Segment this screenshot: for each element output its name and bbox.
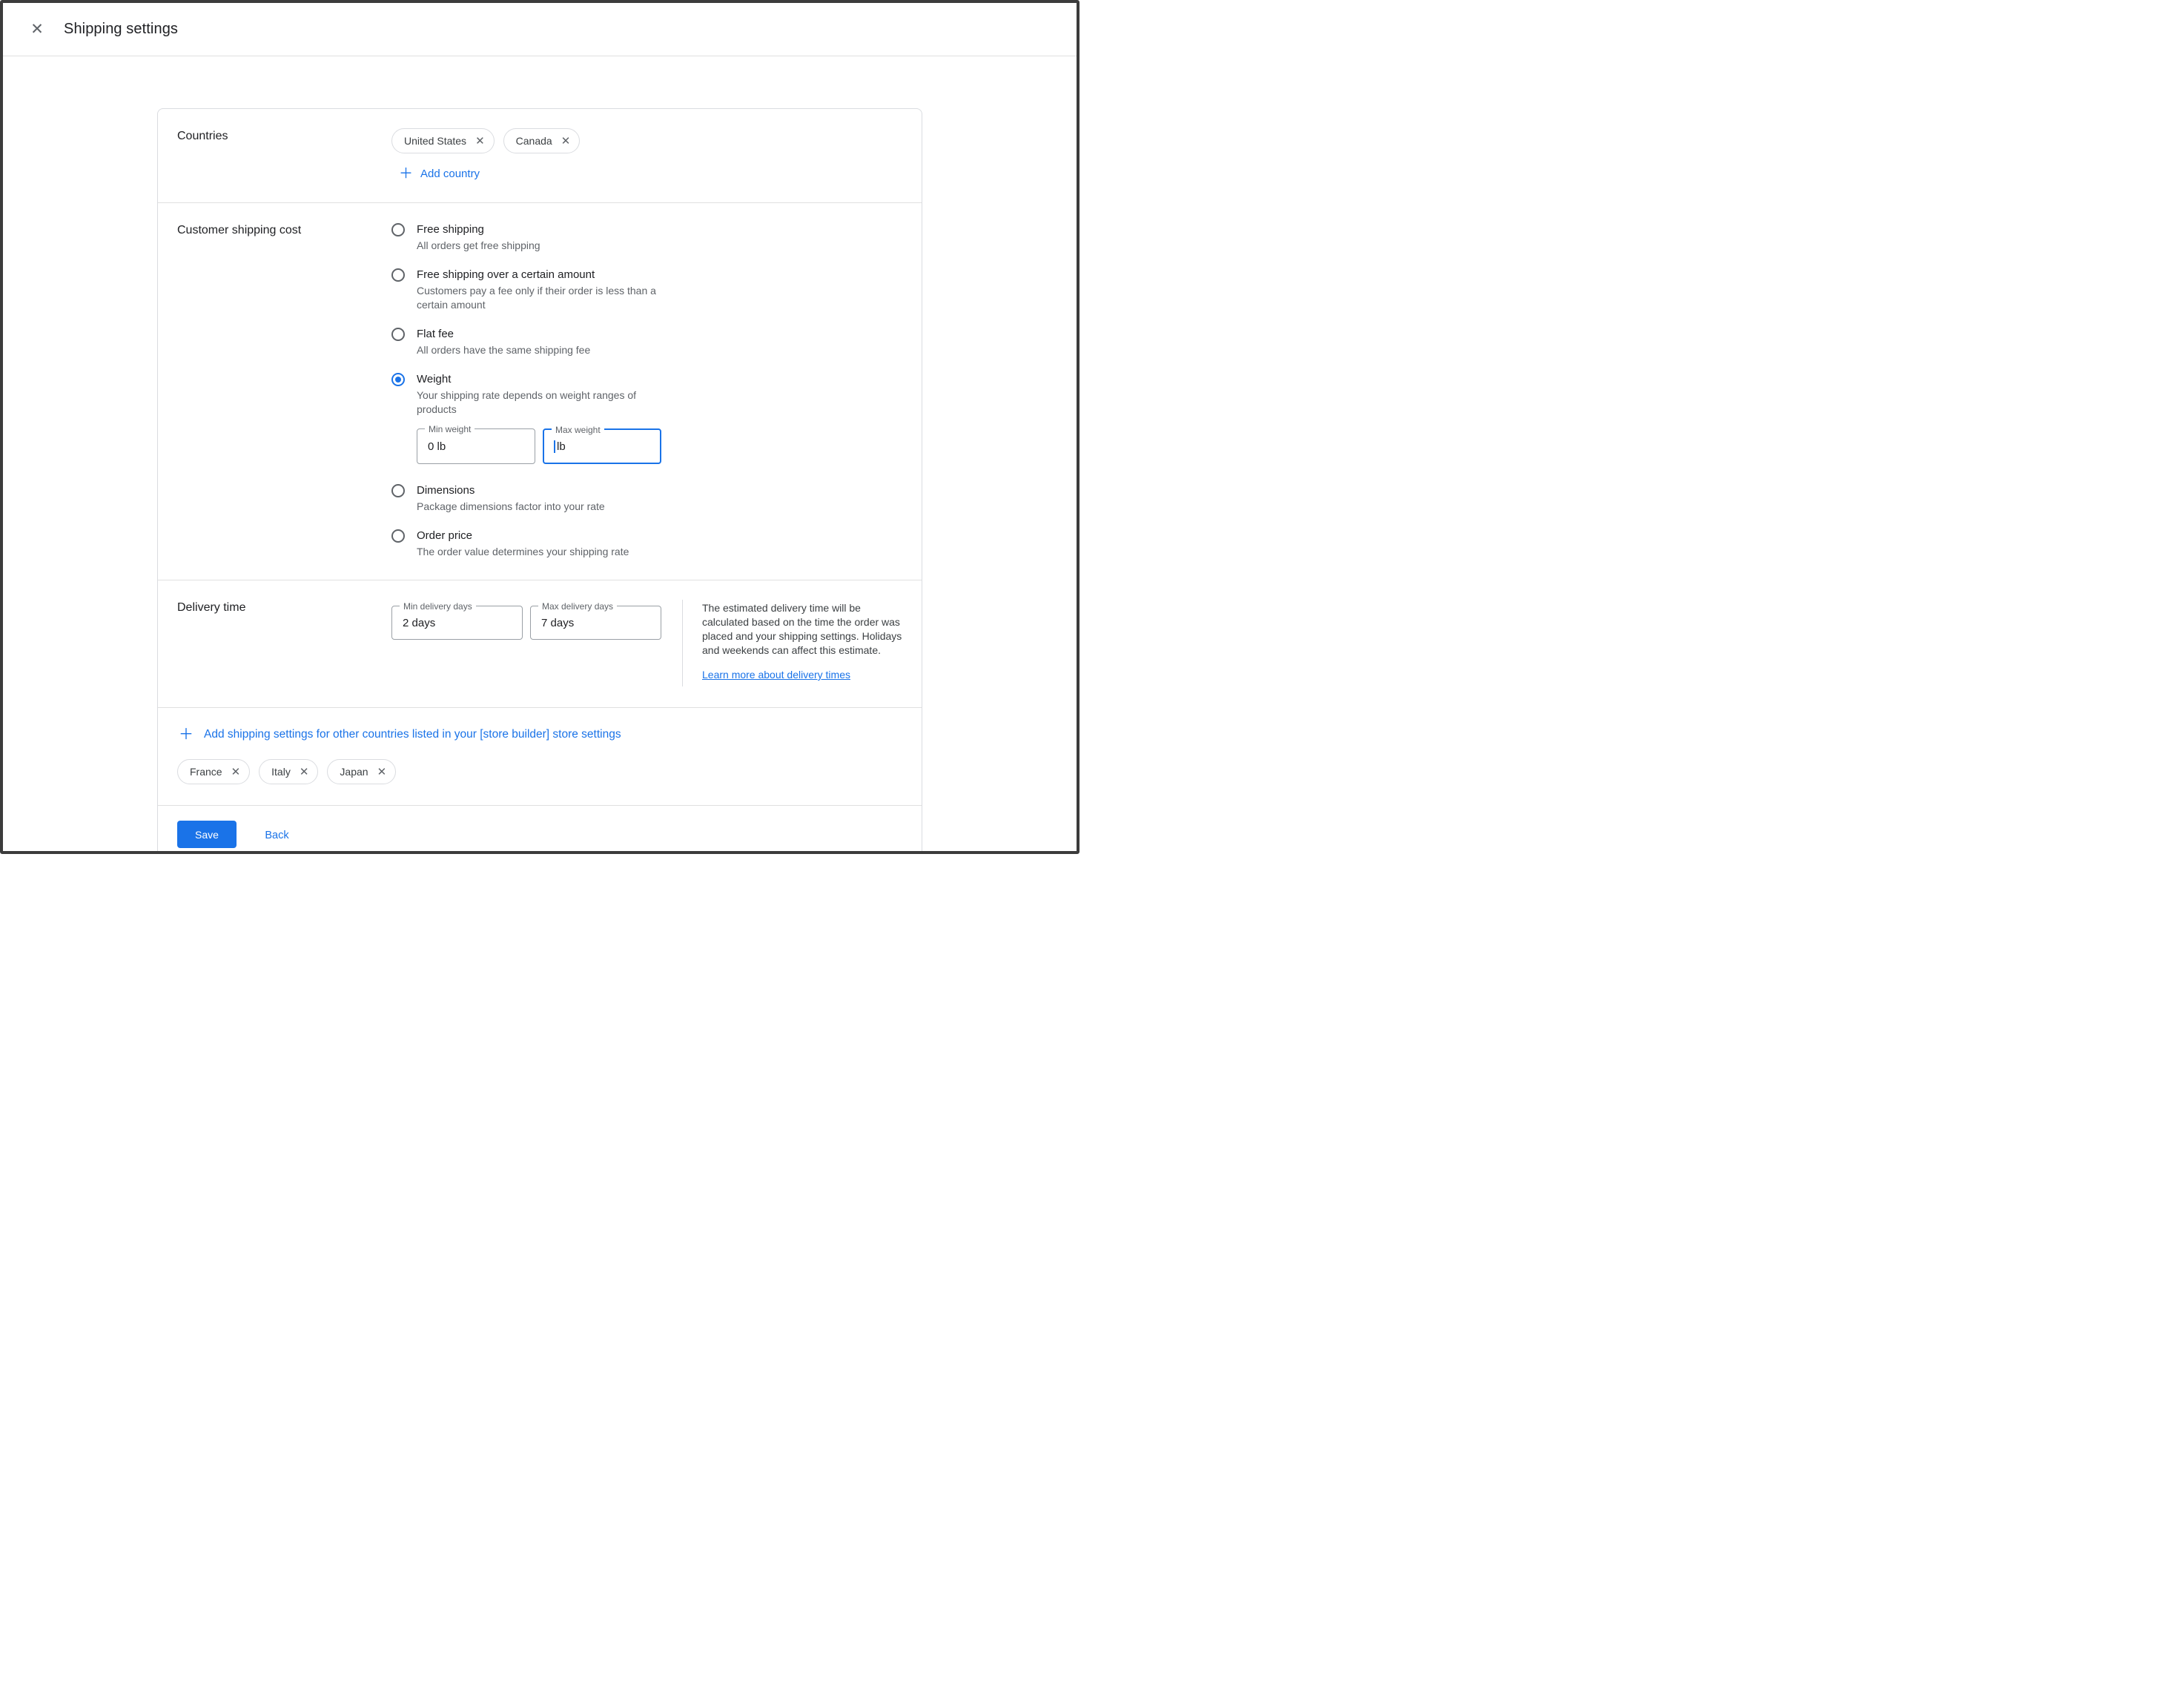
- back-button[interactable]: Back: [265, 830, 288, 841]
- chip-remove-icon[interactable]: ✕: [561, 136, 571, 147]
- radio-title: Order price: [417, 529, 629, 543]
- shipping-settings-dialog: ✕ Shipping settings Countries United Sta…: [0, 0, 1080, 854]
- add-country-button[interactable]: ＋ Add country: [399, 167, 480, 181]
- plus-icon: ＋: [399, 167, 413, 181]
- radio-icon[interactable]: [391, 529, 405, 543]
- text-caret: [554, 440, 555, 453]
- weight-fields: Min weight 0 lb Max weight lb: [417, 428, 902, 464]
- radio-title: Dimensions: [417, 483, 605, 498]
- min-weight-value: 0 lb: [428, 440, 446, 453]
- chip-remove-icon[interactable]: ✕: [300, 767, 309, 778]
- countries-section: Countries United States ✕ Canada ✕ ＋ Add…: [158, 109, 922, 202]
- radio-description: All orders have the same shipping fee: [417, 343, 590, 357]
- country-chip-canada[interactable]: Canada ✕: [503, 128, 581, 153]
- radio-option-dimensions[interactable]: Dimensions Package dimensions factor int…: [391, 483, 902, 514]
- radio-option-free-shipping[interactable]: Free shipping All orders get free shippi…: [391, 222, 902, 253]
- shipping-cost-section: Customer shipping cost Free shipping All…: [158, 202, 922, 580]
- radio-title: Free shipping over a certain amount: [417, 268, 678, 282]
- country-chip-france[interactable]: France ✕: [177, 759, 250, 784]
- chip-label: France: [190, 766, 222, 778]
- delivery-fields: Min delivery days 2 days Max delivery da…: [391, 600, 661, 686]
- radio-option-free-over-amount[interactable]: Free shipping over a certain amount Cust…: [391, 268, 902, 312]
- countries-label: Countries: [177, 128, 391, 182]
- max-delivery-days-value: 7 days: [541, 617, 574, 629]
- plus-icon: ＋: [179, 727, 194, 742]
- min-weight-field[interactable]: Min weight 0 lb: [417, 428, 535, 464]
- chip-label: Canada: [516, 135, 552, 147]
- delivery-learn-more-link[interactable]: Learn more about delivery times: [702, 669, 850, 681]
- footer-actions: Save Back: [158, 805, 922, 854]
- radio-icon[interactable]: [391, 223, 405, 236]
- radio-icon[interactable]: [391, 268, 405, 282]
- radio-option-flat-fee[interactable]: Flat fee All orders have the same shippi…: [391, 327, 902, 357]
- chip-remove-icon[interactable]: ✕: [377, 767, 387, 778]
- radio-option-order-price[interactable]: Order price The order value determines y…: [391, 529, 902, 559]
- chip-remove-icon[interactable]: ✕: [231, 767, 241, 778]
- radio-title: Flat fee: [417, 327, 590, 342]
- shipping-cost-label: Customer shipping cost: [177, 222, 391, 559]
- close-icon[interactable]: ✕: [24, 16, 50, 43]
- delivery-info-text: The estimated delivery time will be calc…: [702, 601, 905, 658]
- shipping-cost-options: Free shipping All orders get free shippi…: [391, 222, 902, 559]
- min-delivery-days-label: Min delivery days: [400, 601, 476, 612]
- other-countries-section: ＋ Add shipping settings for other countr…: [158, 707, 922, 805]
- radio-description: Customers pay a fee only if their order …: [417, 284, 678, 312]
- radio-description: Package dimensions factor into your rate: [417, 500, 605, 514]
- radio-option-weight[interactable]: Weight Your shipping rate depends on wei…: [391, 372, 902, 417]
- chip-label: Italy: [271, 766, 291, 778]
- max-weight-value: lb: [554, 440, 566, 453]
- other-country-chip-row: France ✕ Italy ✕ Japan ✕: [177, 759, 902, 784]
- radio-description: Your shipping rate depends on weight ran…: [417, 388, 678, 417]
- delivery-time-label: Delivery time: [177, 600, 391, 686]
- page-title: Shipping settings: [64, 21, 178, 38]
- chip-label: Japan: [340, 766, 368, 778]
- radio-description: The order value determines your shipping…: [417, 545, 629, 559]
- country-chip-row: United States ✕ Canada ✕: [391, 128, 902, 153]
- add-other-countries-label: Add shipping settings for other countrie…: [204, 728, 621, 741]
- max-delivery-days-label: Max delivery days: [538, 601, 617, 612]
- countries-content: United States ✕ Canada ✕ ＋ Add country: [391, 128, 902, 182]
- country-chip-united-states[interactable]: United States ✕: [391, 128, 495, 153]
- delivery-time-section: Delivery time Min delivery days 2 days M…: [158, 580, 922, 707]
- settings-card: Countries United States ✕ Canada ✕ ＋ Add…: [157, 108, 922, 854]
- chip-label: United States: [404, 135, 466, 147]
- save-button[interactable]: Save: [177, 821, 237, 848]
- min-delivery-days-field[interactable]: Min delivery days 2 days: [391, 606, 523, 640]
- max-weight-field[interactable]: Max weight lb: [543, 428, 661, 464]
- country-chip-japan[interactable]: Japan ✕: [327, 759, 396, 784]
- delivery-info: The estimated delivery time will be calc…: [682, 600, 905, 686]
- radio-title: Free shipping: [417, 222, 540, 237]
- radio-icon[interactable]: [391, 373, 405, 386]
- country-chip-italy[interactable]: Italy ✕: [259, 759, 318, 784]
- min-delivery-days-value: 2 days: [403, 617, 435, 629]
- delivery-time-content: Min delivery days 2 days Max delivery da…: [391, 600, 905, 686]
- max-delivery-days-field[interactable]: Max delivery days 7 days: [530, 606, 661, 640]
- chip-remove-icon[interactable]: ✕: [475, 136, 485, 147]
- add-country-label: Add country: [420, 168, 480, 180]
- radio-description: All orders get free shipping: [417, 239, 540, 253]
- min-weight-label: Min weight: [425, 424, 475, 434]
- radio-title: Weight: [417, 372, 678, 387]
- dialog-header: ✕ Shipping settings: [3, 3, 1077, 56]
- add-other-countries-button[interactable]: ＋ Add shipping settings for other countr…: [179, 727, 621, 742]
- radio-icon[interactable]: [391, 328, 405, 341]
- radio-icon[interactable]: [391, 484, 405, 497]
- max-weight-label: Max weight: [552, 425, 604, 435]
